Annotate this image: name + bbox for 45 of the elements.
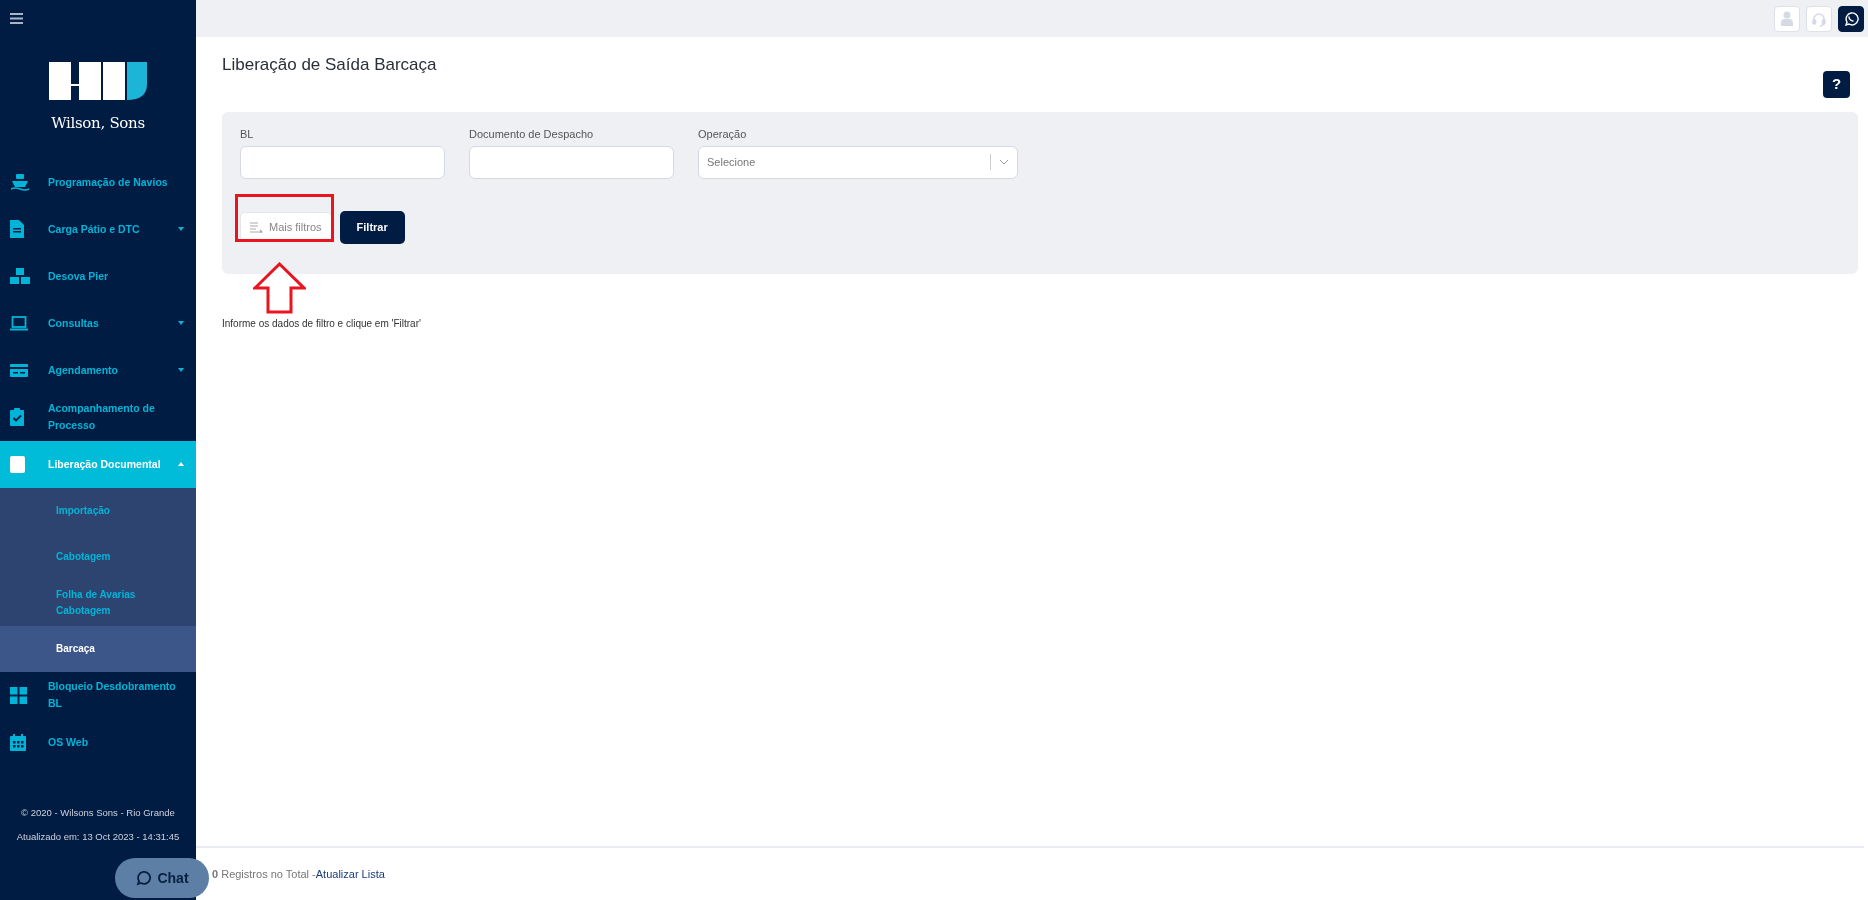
input-field[interactable] bbox=[469, 145, 674, 179]
sidebar-item[interactable]: Acompanhamento de Processo bbox=[0, 393, 196, 441]
help-button[interactable]: ? bbox=[1823, 71, 1850, 98]
user-icon[interactable] bbox=[1774, 5, 1800, 32]
calendar-icon bbox=[10, 733, 26, 751]
select-field[interactable]: Selecione bbox=[698, 145, 1018, 179]
input-field[interactable] bbox=[240, 145, 445, 179]
page-title: Liberação de Saída Barcaça bbox=[222, 55, 437, 76]
sidebar-item[interactable]: Carga Pátio e DTC bbox=[0, 205, 196, 253]
card-icon bbox=[10, 363, 28, 377]
boxes-icon bbox=[10, 268, 30, 285]
refresh-list-link[interactable]: Atualizar Lista bbox=[315, 865, 385, 883]
menu-icon[interactable] bbox=[10, 13, 23, 25]
up-arrow-icon bbox=[253, 261, 306, 314]
grid-icon bbox=[10, 686, 27, 704]
filter-button[interactable]: Filtrar bbox=[339, 210, 405, 244]
chevron-icon bbox=[999, 159, 1009, 165]
footer-text: © 2020 - Wilsons Sons - Rio Grande bbox=[20, 805, 176, 820]
field-label: BL bbox=[240, 127, 255, 142]
field-label: Operação bbox=[698, 127, 748, 142]
footer-text: Atualizado em: 13 Oct 2023 - 14:31:45 bbox=[15, 830, 181, 845]
logo-text: Wilson, Sons bbox=[51, 113, 145, 134]
hint-text: Informe os dados de filtro e clique em 'Filtrar' bbox=[222, 316, 422, 331]
clipboard-check-icon bbox=[10, 408, 24, 426]
sidebar-item[interactable]: Desova Pier bbox=[0, 252, 196, 300]
ship-icon bbox=[10, 173, 30, 191]
submenu-item[interactable]: Importação bbox=[0, 487, 196, 534]
submenu-item[interactable]: Folha de Avarias Cabotagem bbox=[0, 579, 196, 626]
document-icon bbox=[10, 220, 24, 238]
headset-icon[interactable] bbox=[1806, 5, 1832, 32]
submenu-item[interactable]: Barcaça bbox=[0, 625, 196, 672]
record-count-text: 0 Registros no Total - bbox=[212, 866, 316, 882]
laptop-icon bbox=[10, 315, 28, 331]
whatsapp-icon[interactable] bbox=[1838, 5, 1864, 32]
sidebar-item[interactable]: Consultas bbox=[0, 299, 196, 347]
sidebar-item[interactable]: Programação de Navios bbox=[0, 158, 196, 206]
sidebar-item[interactable]: OS Web bbox=[0, 718, 196, 766]
field-label: Documento de Despacho bbox=[469, 127, 595, 142]
more-filters-button[interactable]: Mais filtros bbox=[240, 212, 332, 242]
submenu-item[interactable]: Cabotagem bbox=[0, 533, 196, 580]
sidebar-item[interactable]: Bloqueio Desdobramento BL bbox=[0, 671, 196, 719]
sidebar-item[interactable]: Agendamento bbox=[0, 346, 196, 394]
speech-bubble-icon bbox=[135, 870, 152, 886]
chat-button[interactable]: Chat bbox=[115, 858, 209, 898]
filter-list-icon bbox=[250, 221, 263, 233]
